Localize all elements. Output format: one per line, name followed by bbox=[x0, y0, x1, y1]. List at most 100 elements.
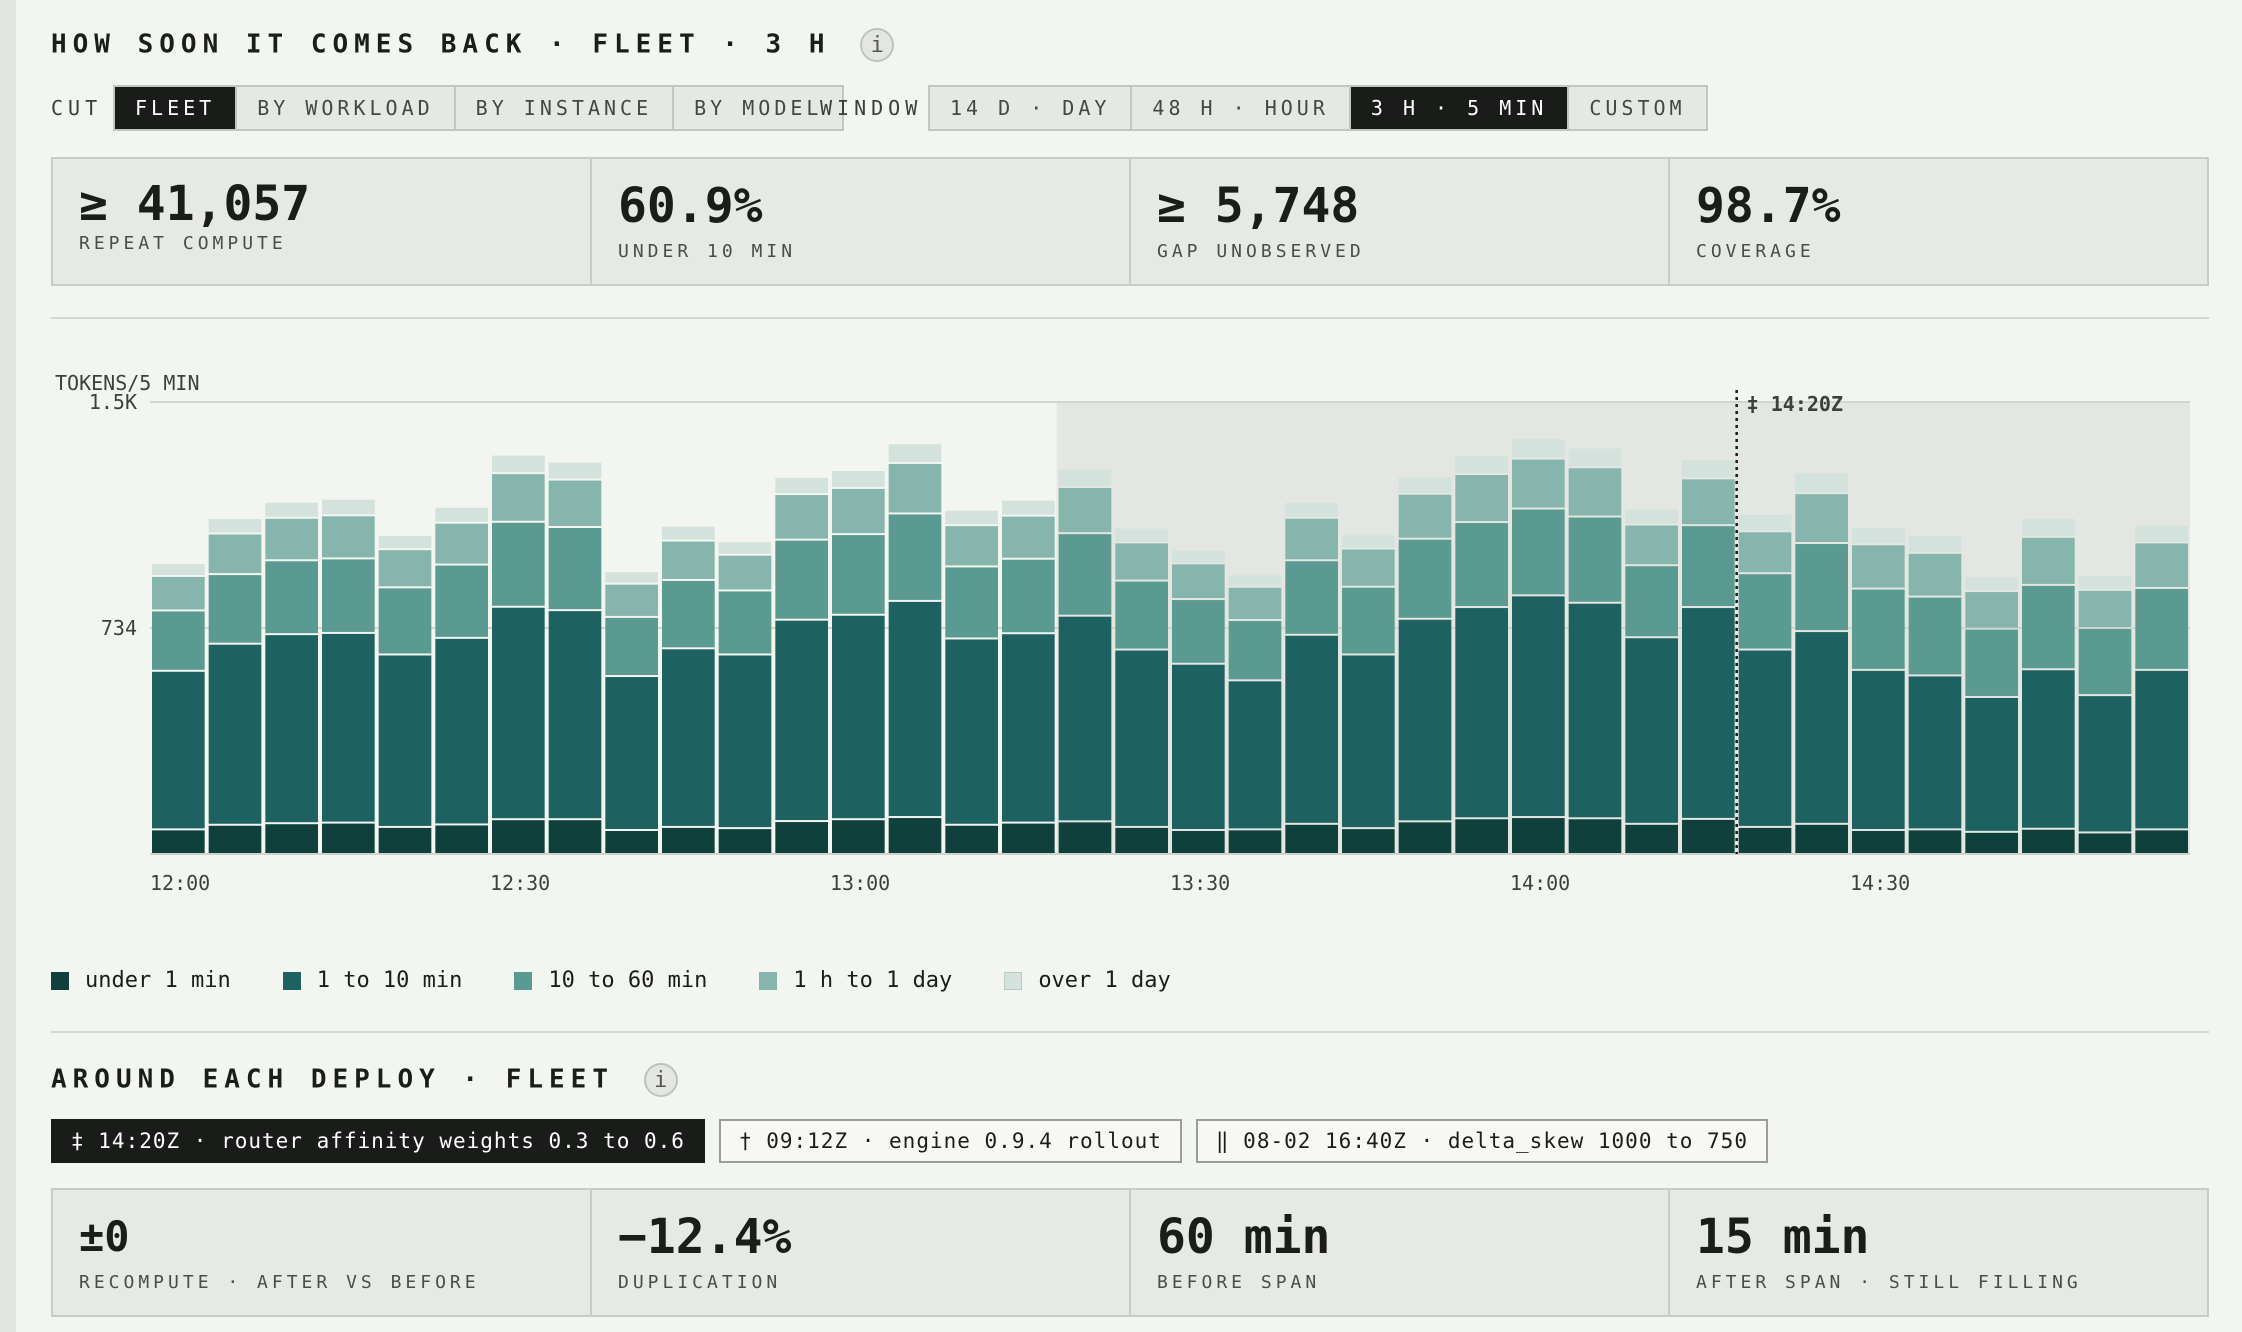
bar-segment bbox=[1965, 592, 2018, 628]
cut-option-by-model[interactable]: BY MODEL bbox=[674, 87, 843, 129]
bar-segment bbox=[1965, 697, 2018, 831]
bar-segment bbox=[1512, 596, 1565, 817]
legend-item-10-to-60-min[interactable]: 10 to 60 min bbox=[514, 968, 707, 993]
bar-segment bbox=[605, 677, 658, 829]
stat-duplication: −12.4% DUPLICATION bbox=[592, 1190, 1131, 1315]
legend-item-1h-to-1-day[interactable]: 1 h to 1 day bbox=[759, 968, 952, 993]
bar-segment bbox=[1398, 822, 1452, 853]
bar-segment bbox=[1115, 650, 1168, 826]
window-option-14d[interactable]: 14 D · DAY bbox=[930, 87, 1133, 129]
legend-item-under-1-min[interactable]: under 1 min bbox=[51, 968, 231, 993]
bar-segment bbox=[1852, 670, 1905, 829]
cut-option-by-instance[interactable]: BY INSTANCE bbox=[455, 87, 675, 129]
divider bbox=[51, 317, 2209, 319]
bar-segment bbox=[265, 518, 318, 560]
legend-swatch bbox=[282, 971, 301, 990]
bar-segment bbox=[945, 510, 998, 525]
bar-segment bbox=[1682, 526, 1735, 607]
legend-label: 1 h to 1 day bbox=[793, 968, 953, 993]
stat-value: ±0 bbox=[79, 1212, 130, 1261]
page-title-text: HOW SOON IT COMES BACK · FLEET · 3 H bbox=[51, 29, 831, 60]
divider bbox=[51, 1031, 2209, 1033]
bar-segment bbox=[1398, 619, 1452, 821]
deploy-chip-delta-skew[interactable]: ‖ 08-02 16:40Z · delta_skew 1000 to 750 bbox=[1195, 1119, 1768, 1163]
cut-option-by-workload[interactable]: BY WORKLOAD bbox=[237, 87, 456, 129]
bar-segment bbox=[378, 536, 432, 549]
cut-option-fleet[interactable]: FLEET bbox=[115, 87, 238, 129]
bar-segment bbox=[548, 611, 602, 819]
window-label: WINDOW bbox=[820, 96, 923, 120]
bar-segment bbox=[1172, 600, 1225, 663]
bar-segment bbox=[1455, 475, 1508, 522]
bar-segment bbox=[1455, 523, 1508, 607]
legend-item-1-to-10-min[interactable]: 1 to 10 min bbox=[282, 968, 462, 993]
bar-segment bbox=[1738, 650, 1792, 826]
bar-segment bbox=[1058, 616, 1112, 821]
bar-segment bbox=[1172, 564, 1225, 599]
bar-segment bbox=[2135, 670, 2188, 829]
bar-segment bbox=[548, 480, 602, 527]
bar-segment bbox=[2078, 833, 2132, 853]
stat-label: AFTER SPAN · STILL FILLING bbox=[1696, 1272, 2082, 1293]
bar-segment bbox=[322, 633, 375, 822]
deploy-marker-label: ‡ 14:20Z bbox=[1747, 392, 1843, 416]
deploy-chip-router-affinity[interactable]: ‡ 14:20Z · router affinity weights 0.3 t… bbox=[51, 1119, 705, 1163]
bar-segment bbox=[1568, 819, 1622, 853]
legend-label: over 1 day bbox=[1038, 968, 1171, 993]
legend-item-over-1-day[interactable]: over 1 day bbox=[1004, 968, 1171, 993]
bar-segment bbox=[888, 818, 942, 853]
bar-segment bbox=[1738, 532, 1792, 573]
bar-segment bbox=[1795, 544, 1848, 631]
legend-swatch bbox=[51, 971, 69, 990]
bar-segment bbox=[945, 526, 998, 566]
stat-under-10-min: 60.9% UNDER 10 MIN bbox=[592, 159, 1131, 284]
x-tick-label: 14:00 bbox=[1510, 871, 1570, 895]
bar-segment bbox=[1342, 535, 1395, 548]
bar-segment bbox=[548, 528, 602, 610]
bar-segment bbox=[378, 655, 432, 826]
bar-segment bbox=[1342, 549, 1395, 586]
bar-segment bbox=[662, 580, 715, 648]
bar-segment bbox=[775, 495, 828, 539]
bar-segment bbox=[265, 635, 318, 823]
bar-segment bbox=[1682, 460, 1735, 478]
bar-segment bbox=[832, 471, 885, 487]
bar-segment bbox=[1228, 681, 1282, 829]
stat-label: COVERAGE bbox=[1696, 241, 1815, 262]
bar-segment bbox=[888, 463, 942, 513]
bar-segment bbox=[662, 541, 715, 579]
y-axis-label: TOKENS/5 MIN bbox=[55, 371, 200, 395]
bar-segment bbox=[945, 639, 998, 824]
bar-segment bbox=[1285, 824, 1338, 853]
window-option-48h[interactable]: 48 H · HOUR bbox=[1132, 87, 1351, 129]
deploy-stats: ±0 RECOMPUTE · AFTER VS BEFORE −12.4% DU… bbox=[51, 1188, 2209, 1317]
bar-segment bbox=[322, 499, 375, 515]
info-icon[interactable]: i bbox=[860, 28, 895, 62]
window-option-3h[interactable]: 3 H · 5 MIN bbox=[1350, 87, 1570, 129]
bar-segment bbox=[152, 611, 205, 670]
bar-segment bbox=[2078, 629, 2132, 695]
legend-label: 10 to 60 min bbox=[548, 968, 708, 993]
bar-segment bbox=[1172, 830, 1225, 853]
deploy-chip-engine-rollout[interactable]: † 09:12Z · engine 0.9.4 rollout bbox=[718, 1119, 1182, 1163]
window-option-custom[interactable]: CUSTOM bbox=[1569, 87, 1706, 129]
bar-segment bbox=[1682, 479, 1735, 525]
bar-segment bbox=[1058, 822, 1112, 853]
bar-segment bbox=[265, 502, 318, 517]
bar-segment bbox=[1795, 824, 1848, 853]
bar-segment bbox=[1115, 581, 1168, 649]
bar-segment bbox=[1568, 468, 1622, 516]
bar-segment bbox=[492, 522, 545, 606]
stat-recompute: ±0 RECOMPUTE · AFTER VS BEFORE bbox=[53, 1190, 592, 1315]
bar-segment bbox=[1625, 509, 1678, 524]
bar-segment bbox=[1228, 830, 1282, 853]
bar-segment bbox=[1682, 819, 1735, 853]
bar-segment bbox=[1568, 448, 1622, 467]
bar-segment bbox=[1285, 635, 1338, 823]
bar-segment bbox=[775, 620, 828, 821]
bar-segment bbox=[208, 519, 262, 533]
info-icon[interactable]: i bbox=[643, 1063, 678, 1097]
bar-segment bbox=[265, 824, 318, 853]
bar-segment bbox=[605, 617, 658, 676]
bar-segment bbox=[265, 561, 318, 634]
